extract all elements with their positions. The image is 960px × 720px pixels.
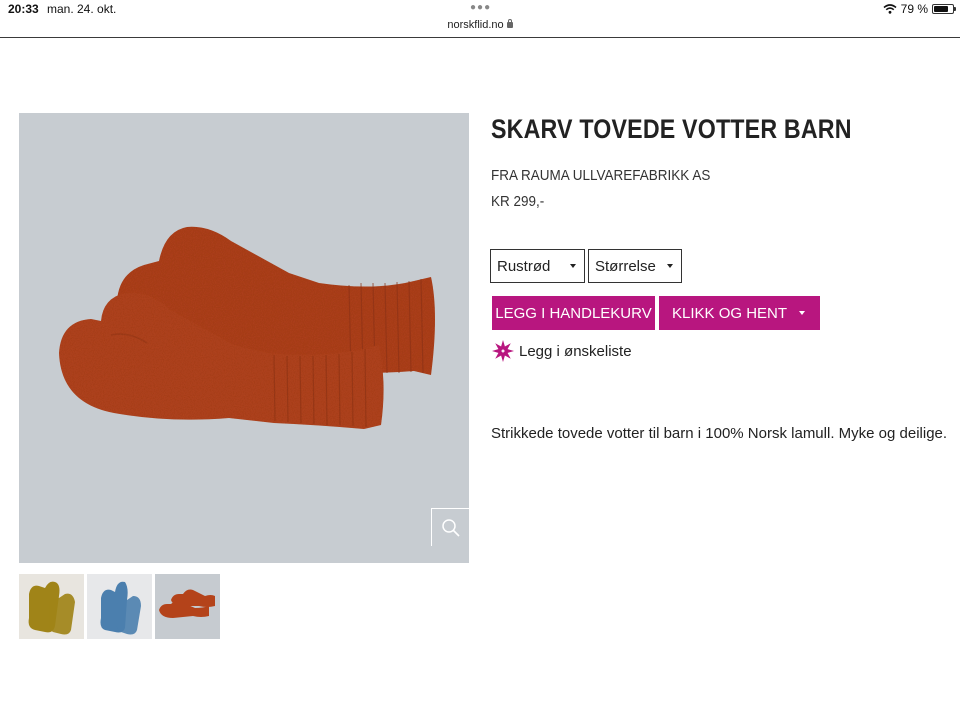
battery-icon: [932, 4, 956, 14]
thumbnail-strip: [19, 574, 220, 639]
chevron-down-icon: [667, 264, 673, 268]
wifi-icon: [883, 4, 897, 14]
add-to-cart-label: LEGG I HANDLEKURV: [495, 304, 652, 322]
thumbnail-rust[interactable]: [155, 574, 220, 639]
click-and-collect-button[interactable]: KLIKK OG HENT: [659, 296, 820, 330]
thumbnail-blue[interactable]: [87, 574, 152, 639]
size-select[interactable]: Størrelse: [588, 249, 682, 283]
product-title: SKARV TOVEDE VOTTER BARN: [491, 114, 852, 144]
size-select-value: Størrelse: [595, 257, 656, 275]
status-time: 20:33: [8, 2, 39, 16]
product-image[interactable]: [19, 113, 469, 563]
chevron-down-icon: [570, 264, 576, 268]
url-text: norskflid.no: [447, 19, 504, 31]
chevron-down-icon: [799, 311, 805, 315]
status-bar: 20:33 man. 24. okt. ●●● norskflid.no 79 …: [0, 0, 960, 38]
address-bar[interactable]: norskflid.no: [0, 19, 960, 31]
mittens-image: [59, 226, 435, 429]
zoom-button[interactable]: [431, 508, 469, 546]
status-indicators: 79 %: [883, 2, 956, 16]
thumbnail-mustard[interactable]: [19, 574, 84, 639]
product-description: Strikkede tovede votter til barn i 100% …: [491, 425, 948, 442]
product-maker: FRA RAUMA ULLVAREFABRIKK AS: [491, 167, 711, 184]
lock-icon: [506, 19, 513, 28]
thumbnail-blue-image: [100, 581, 141, 635]
thumbnail-mustard-image: [28, 581, 75, 635]
wishlist-link[interactable]: Legg i ønskeliste: [491, 339, 632, 363]
more-dots-icon[interactable]: ●●●: [470, 2, 491, 13]
color-select[interactable]: Rustrød: [490, 249, 585, 283]
color-select-value: Rustrød: [497, 257, 551, 275]
status-date: man. 24. okt.: [47, 2, 117, 16]
battery-level: [934, 6, 948, 12]
star-icon: [492, 340, 514, 362]
thumbnail-rust-image: [159, 589, 215, 618]
magnifier-icon: [441, 518, 460, 537]
wishlist-label: Legg i ønskeliste: [519, 342, 632, 360]
add-to-cart-button[interactable]: LEGG I HANDLEKURV: [492, 296, 655, 330]
battery-percent: 79 %: [900, 2, 928, 16]
click-and-collect-label: KLIKK OG HENT: [672, 304, 788, 322]
product-price: KR 299,-: [491, 193, 545, 210]
